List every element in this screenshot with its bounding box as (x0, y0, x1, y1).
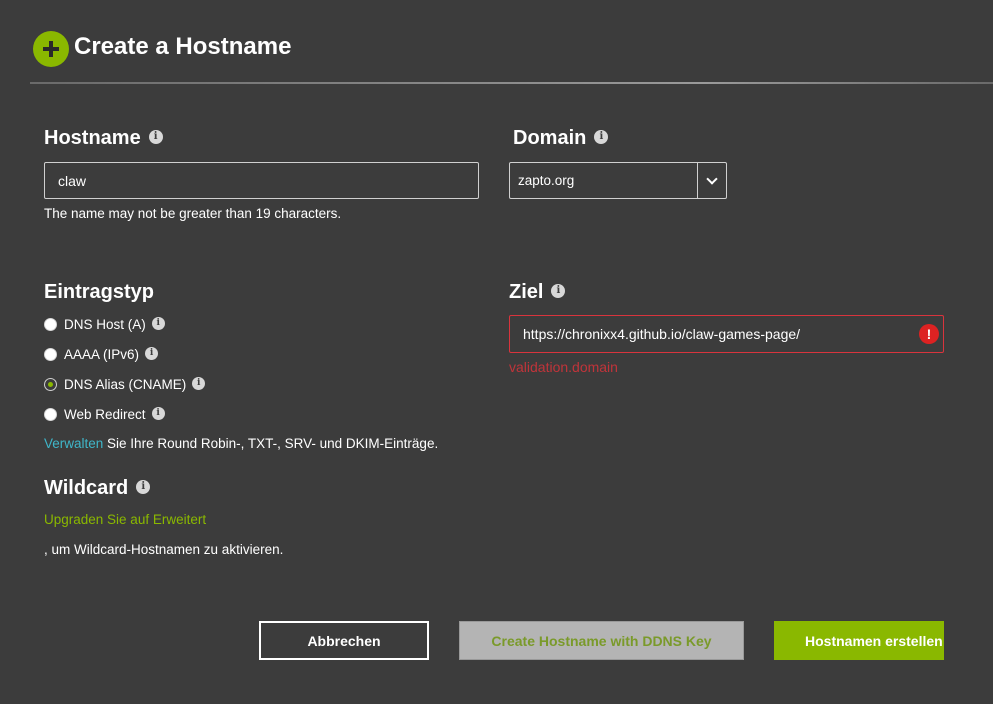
select-divider (697, 163, 698, 198)
radio-cname[interactable]: DNS Alias (CNAME) i (44, 374, 206, 394)
exclamation-icon: ! (919, 324, 939, 344)
target-error-message: validation.domain (509, 359, 618, 375)
radio-web-redirect[interactable]: Web Redirect i (44, 404, 165, 424)
record-type-label: Eintragstyp (44, 281, 155, 303)
hostname-label: Hostname i (44, 127, 163, 150)
wildcard-label: Wildcard i (44, 477, 151, 500)
info-icon[interactable]: i (151, 316, 165, 330)
domain-select-value: zapto.org (518, 173, 575, 188)
dialog-header: Create a Hostname (0, 0, 993, 84)
cancel-button[interactable]: Abbrechen (259, 621, 429, 660)
manage-records-link[interactable]: Verwalten (44, 436, 103, 451)
manage-records-text: Sie Ihre Round Robin-, TXT-, SRV- und DK… (103, 436, 439, 451)
upgrade-link[interactable]: Upgraden Sie auf Erweitert (44, 512, 206, 527)
hostname-input[interactable]: claw (44, 162, 479, 199)
radio-label: AAAA (IPv6) (64, 346, 140, 362)
radio-label: Web Redirect (64, 406, 146, 422)
target-label: Ziel i (509, 281, 566, 304)
header-divider (30, 82, 993, 84)
domain-select[interactable]: zapto.org (509, 162, 727, 199)
hostname-helper-text: The name may not be greater than 19 char… (44, 206, 342, 221)
info-icon[interactable]: i (594, 129, 609, 144)
radio-aaaa[interactable]: AAAA (IPv6) i (44, 344, 159, 364)
info-icon[interactable]: i (551, 283, 566, 298)
chevron-down-icon[interactable] (706, 173, 718, 185)
radio-button[interactable] (44, 407, 57, 421)
create-hostname-button[interactable]: Hostnamen erstellen (774, 621, 944, 660)
target-label-text: Ziel (509, 281, 544, 303)
radio-button-checked[interactable] (44, 377, 57, 391)
page-title: Create a Hostname (74, 33, 292, 60)
wildcard-note: , um Wildcard-Hostnamen zu aktivieren. (44, 542, 284, 557)
manage-records-line: Verwalten Sie Ihre Round Robin-, TXT-, S… (44, 436, 438, 451)
info-icon[interactable]: i (192, 376, 206, 390)
info-icon[interactable]: i (145, 346, 159, 360)
wildcard-label-text: Wildcard (44, 477, 129, 499)
plus-icon (33, 31, 69, 67)
hostname-label-text: Hostname (44, 127, 141, 149)
create-with-ddns-button[interactable]: Create Hostname with DDNS Key (459, 621, 744, 660)
radio-label: DNS Host (A) (64, 316, 146, 332)
radio-label: DNS Alias (CNAME) (64, 376, 187, 392)
hostname-input-value: claw (58, 172, 87, 189)
target-input-value: https://chronixx4.github.io/claw-games-p… (523, 326, 801, 342)
info-icon[interactable]: i (136, 479, 151, 494)
radio-button[interactable] (44, 317, 57, 331)
info-icon[interactable]: i (151, 406, 165, 420)
info-icon[interactable]: i (148, 129, 163, 144)
radio-dns-host[interactable]: DNS Host (A) i (44, 314, 165, 334)
domain-label: Domain i (513, 127, 609, 150)
radio-button[interactable] (44, 347, 57, 361)
target-input[interactable]: https://chronixx4.github.io/claw-games-p… (509, 315, 944, 353)
domain-label-text: Domain (513, 127, 587, 149)
